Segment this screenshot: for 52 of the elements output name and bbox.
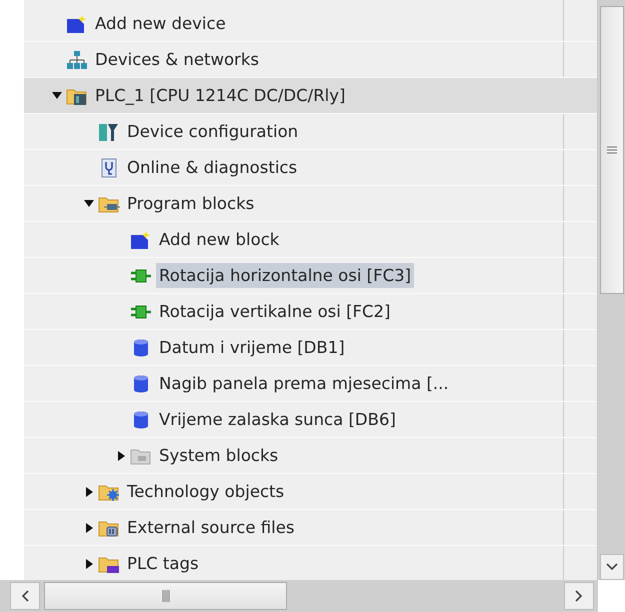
tree-item-label: PLC_1 [CPU 1214C DC/DC/Rly] (94, 85, 346, 107)
tree-item-label: External source files (126, 517, 296, 539)
tree-item-label: Rotacija horizontalne osi [FC3] (156, 263, 414, 288)
expand-caret-icon[interactable] (86, 486, 92, 496)
tree-item-label: Devices & networks (94, 49, 260, 71)
scroll-thumb[interactable] (44, 582, 287, 610)
scroll-thumb[interactable] (600, 6, 624, 294)
tree-item-label: Add new device (94, 13, 227, 35)
config-icon (98, 122, 120, 142)
horizontal-scrollbar[interactable] (0, 580, 598, 612)
chevron-right-icon (575, 590, 583, 602)
collapse-caret-icon[interactable] (84, 200, 94, 207)
tree-item-label: Device configuration (126, 121, 300, 143)
tree-row[interactable]: Datum i vrijeme [DB1] (24, 330, 597, 366)
tree-row[interactable]: System blocks (24, 438, 597, 474)
tree-row[interactable]: Online & diagnostics (24, 150, 597, 186)
tree-row[interactable]: Vrijeme zalaska sunca [DB6] (24, 402, 597, 438)
tree-row[interactable]: PLC_1 [CPU 1214C DC/DC/Rly] (24, 78, 597, 114)
collapse-caret-icon[interactable] (52, 92, 62, 99)
tree-row[interactable]: Program blocks (24, 186, 597, 222)
tree-item-label: Rotacija vertikalne osi [FC2] (158, 301, 392, 323)
vertical-scrollbar[interactable] (598, 0, 625, 580)
new-item-icon (130, 230, 152, 250)
expand-caret-icon[interactable] (86, 558, 92, 568)
expand-caret-icon[interactable] (86, 522, 92, 532)
tree-row[interactable]: Nagib panela prema mjesecima [... (24, 366, 597, 402)
scroll-left-button[interactable] (10, 582, 40, 610)
tree-item-label: Nagib panela prema mjesecima [... (158, 373, 450, 395)
tree-row[interactable]: External source files (24, 510, 597, 546)
tree-row[interactable]: Technology objects (24, 474, 597, 510)
tree-item-label: Online & diagnostics (126, 157, 298, 179)
tree-row[interactable]: Add new block (24, 222, 597, 258)
tree-item-label: PLC tags (126, 553, 200, 575)
tree-item-label: Vrijeme zalaska sunca [DB6] (158, 409, 397, 431)
tree-item-label: Program blocks (126, 193, 256, 215)
tree-item-label: Add new block (158, 229, 280, 251)
tree-row[interactable]: Rotacija horizontalne osi [FC3] (24, 258, 597, 294)
tree-row[interactable]: Device configuration (24, 114, 597, 150)
tree-item-label: Technology objects (126, 481, 286, 503)
scroll-right-button[interactable] (564, 582, 594, 610)
chevron-left-icon (21, 590, 29, 602)
new-item-icon (66, 14, 88, 34)
tree-row[interactable]: Add new device (24, 6, 597, 42)
grip-icon (606, 146, 616, 154)
grip-icon (162, 590, 170, 602)
tree-item-label: System blocks (158, 445, 280, 467)
network-icon (66, 50, 88, 70)
tree-row[interactable]: Rotacija vertikalne osi [FC2] (24, 294, 597, 330)
chevron-down-icon (606, 563, 618, 571)
scroll-down-button[interactable] (600, 554, 624, 580)
expand-caret-icon[interactable] (118, 450, 124, 460)
tree-item-label: Datum i vrijeme [DB1] (158, 337, 346, 359)
